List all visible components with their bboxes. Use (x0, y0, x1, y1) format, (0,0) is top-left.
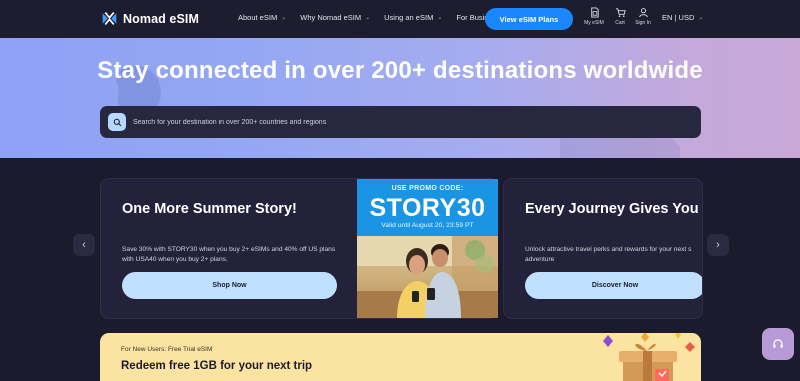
promo-code-label: USE PROMO CODE: (391, 185, 464, 192)
sign-in-button[interactable]: Sign In (628, 7, 658, 26)
nav-why-nomad-label: Why Nomad eSIM (300, 13, 362, 22)
chevron-right-icon: › (716, 239, 720, 251)
discover-now-button[interactable]: Discover Now (525, 272, 702, 299)
carousel-prev-button[interactable]: ‹ (73, 234, 95, 256)
promo-card-title: One More Summer Story! (122, 201, 297, 217)
search-icon (113, 118, 121, 126)
promo-code-image: USE PROMO CODE: STORY30 Valid until Augu… (357, 179, 498, 318)
promo-card-description: Save 30% with STORY30 when you buy 2+ eS… (122, 246, 336, 263)
hero-section: Stay connected in over 200+ destinations… (0, 38, 800, 158)
chevron-down-icon: ⌄ (437, 15, 443, 21)
destination-search-input[interactable] (133, 118, 633, 126)
chevron-down-icon: ⌄ (698, 15, 704, 21)
chevron-left-icon: ‹ (82, 239, 86, 251)
search-button[interactable] (108, 113, 126, 131)
shop-now-button[interactable]: Shop Now (122, 272, 337, 299)
nomad-logo-icon (102, 12, 117, 25)
language-currency-label: EN | USD (662, 13, 695, 22)
chevron-down-icon: ⌄ (281, 15, 287, 21)
sign-in-label: Sign In (635, 20, 651, 26)
banner-subtitle: For New Users: Free Trial eSIM (121, 346, 213, 353)
my-esim-label: My eSIM (584, 20, 604, 26)
couple-with-phones-illustration (357, 236, 498, 318)
gift-box-illustration (603, 333, 695, 381)
promo-validity: Valid until August 20, 23:59 PT (381, 222, 474, 229)
headset-icon (773, 339, 783, 348)
nav-using-esim-label: Using an eSIM (384, 13, 434, 22)
promo-card-title: Every Journey Gives You Mo (525, 201, 702, 217)
language-currency-selector[interactable]: EN | USD ⌄ (662, 13, 703, 22)
top-navigation-bar: Nomad eSIM About eSIM ⌄ Why Nomad eSIM ⌄… (0, 0, 800, 38)
main-nav: About eSIM ⌄ Why Nomad eSIM ⌄ Using an e… (238, 13, 514, 22)
free-trial-banner[interactable]: For New Users: Free Trial eSIM Redeem fr… (100, 333, 701, 381)
destination-search-bar (100, 106, 701, 138)
cart-label: Cart (615, 20, 625, 26)
customer-support-button[interactable] (762, 328, 794, 360)
user-icon (638, 8, 648, 18)
cart-icon (615, 8, 626, 17)
sim-card-icon (590, 7, 599, 18)
nav-using-esim[interactable]: Using an eSIM ⌄ (384, 13, 442, 22)
chevron-down-icon: ⌄ (365, 15, 371, 21)
promo-photo-couple (357, 236, 498, 318)
brand-logo[interactable]: Nomad eSIM (101, 10, 199, 27)
hero-title: Stay connected in over 200+ destinations… (97, 57, 703, 84)
nav-about-esim-label: About eSIM (238, 13, 278, 22)
promo-code: STORY30 (369, 194, 486, 222)
brand-name: Nomad eSIM (123, 11, 200, 26)
promo-card-description: Unlock attractive travel perks and rewar… (525, 246, 692, 263)
nav-why-nomad[interactable]: Why Nomad eSIM ⌄ (300, 13, 370, 22)
banner-title: Redeem free 1GB for your next trip (121, 360, 313, 372)
nav-about-esim[interactable]: About eSIM ⌄ (238, 13, 286, 22)
view-esim-plans-button[interactable]: View eSIM Plans (485, 8, 573, 30)
promo-card-every-journey: Every Journey Gives You Mo Unlock attrac… (503, 178, 703, 319)
carousel-next-button[interactable]: › (707, 234, 729, 256)
